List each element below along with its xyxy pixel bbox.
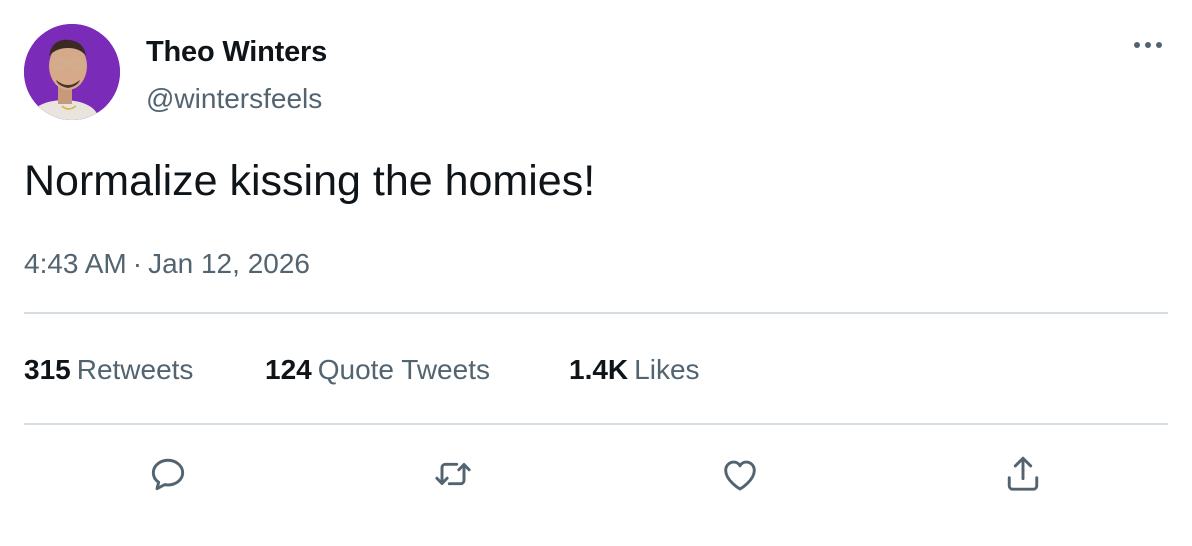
user-handle[interactable]: @wintersfeels xyxy=(146,83,322,115)
avatar[interactable] xyxy=(24,24,120,120)
retweets-count: 315 xyxy=(24,354,71,385)
more-dot xyxy=(1145,42,1151,48)
share-button[interactable] xyxy=(998,449,1048,499)
engagement-stats: 315 Retweets 124 Quote Tweets 1.4K Likes xyxy=(24,354,700,386)
like-icon xyxy=(724,460,756,491)
tweet-text: Normalize kissing the homies! xyxy=(24,157,596,205)
tweet-time[interactable]: 4:43 AM xyxy=(24,248,127,279)
like-button[interactable] xyxy=(715,449,765,499)
tweet-card: Theo Winters @wintersfeels Normalize kis… xyxy=(0,0,1192,546)
display-name[interactable]: Theo Winters xyxy=(146,36,327,69)
more-icon[interactable] xyxy=(1126,30,1170,60)
timestamp: 4:43 AM · Jan 12, 2026 xyxy=(24,248,310,280)
likes-count: 1.4K xyxy=(569,354,629,385)
retweets-label: Retweets xyxy=(76,354,194,385)
divider xyxy=(24,423,1168,425)
more-dot xyxy=(1134,42,1140,48)
quote-tweets-label: Quote Tweets xyxy=(317,354,490,385)
likes-label: Likes xyxy=(634,354,700,385)
tweet-date[interactable]: Jan 12, 2026 xyxy=(148,248,310,279)
retweet-button[interactable] xyxy=(428,449,478,499)
likes-stat[interactable]: 1.4K Likes xyxy=(569,354,700,386)
quote-tweets-count: 124 xyxy=(265,354,312,385)
quote-tweets-stat[interactable]: 124 Quote Tweets xyxy=(265,354,569,386)
more-dot xyxy=(1156,42,1162,48)
reply-button[interactable] xyxy=(143,449,193,499)
divider xyxy=(24,312,1168,314)
retweets-stat[interactable]: 315 Retweets xyxy=(24,354,265,386)
avatar-image xyxy=(24,24,120,120)
share-icon xyxy=(1007,456,1039,491)
reply-icon xyxy=(151,458,185,491)
timestamp-separator: · xyxy=(132,248,143,279)
retweet-icon xyxy=(435,462,471,486)
